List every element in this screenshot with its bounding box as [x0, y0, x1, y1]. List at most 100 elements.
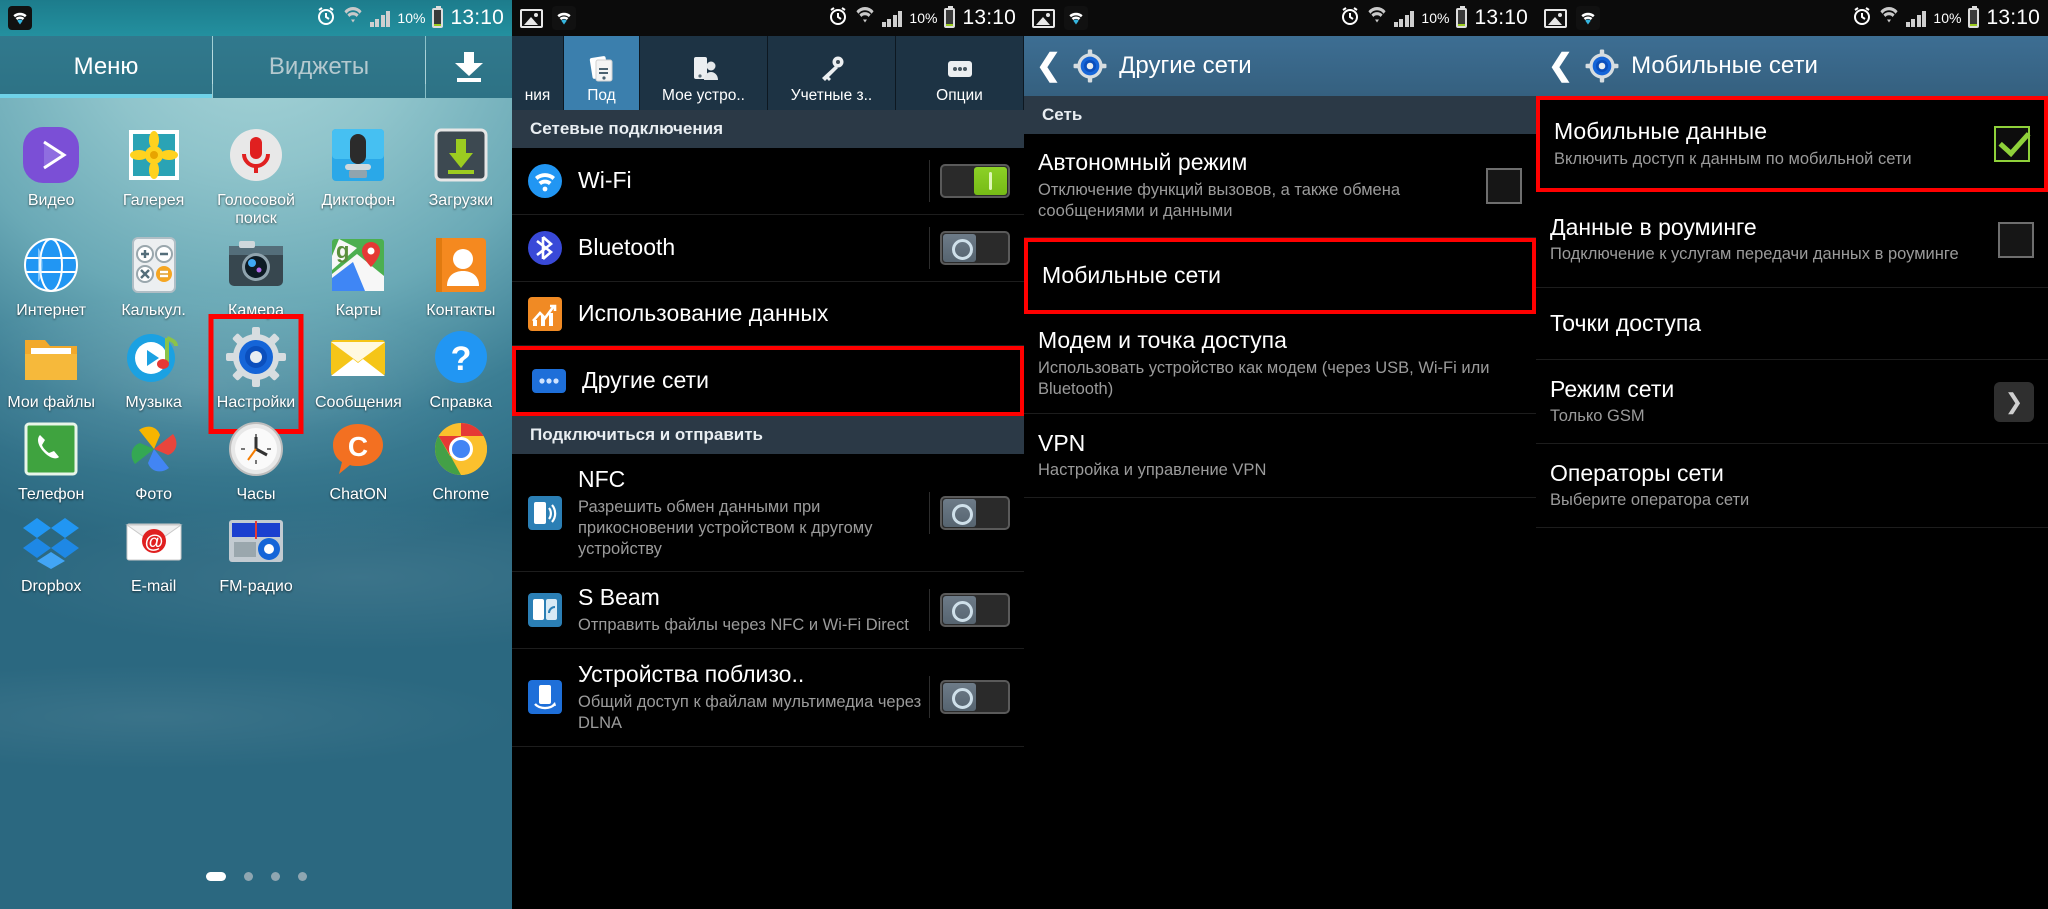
signal-icon	[881, 10, 903, 27]
list-item-access-points[interactable]: Точки доступа	[1536, 288, 2048, 360]
list-item-network-operators[interactable]: Операторы сети Выберите оператора сети	[1536, 444, 2048, 528]
app-messages[interactable]: Сообщения	[307, 320, 409, 412]
status-bar-right-icons: 10% 13:10	[1852, 6, 2040, 31]
s-beam-icon	[526, 591, 564, 629]
signal-icon	[1393, 10, 1415, 27]
page-dot[interactable]	[270, 872, 280, 881]
app-email[interactable]: @ E-mail	[102, 504, 204, 596]
list-item-s-beam[interactable]: S Beam Отправить файлы через NFC и Wi-Fi…	[512, 572, 1024, 649]
app-music[interactable]: Музыка	[102, 320, 204, 412]
list-item-mobile-data[interactable]: Мобильные данные Включить доступ к данны…	[1536, 96, 2048, 192]
app-video[interactable]: Видео	[0, 118, 102, 228]
page-title: Мобильные сети	[1631, 52, 1818, 79]
screen-settings-connections: 10% 13:10 ния Под Мое устро.. Учетные з.…	[512, 0, 1024, 909]
list-item-other-networks[interactable]: Другие сети	[512, 346, 1024, 416]
app-camera[interactable]: Камера	[205, 228, 307, 320]
chevron-right-icon[interactable]: ❯	[1994, 381, 2034, 422]
app-chaton[interactable]: C ChatON	[307, 412, 409, 504]
list-item-data-roaming[interactable]: Данные в роуминге Подключение к услугам …	[1536, 192, 2048, 288]
home-tabs: Меню Виджеты	[0, 36, 512, 98]
back-chevron-icon[interactable]: ❮	[1548, 51, 1573, 81]
app-label: Диктофон	[321, 192, 396, 209]
tab-my-device[interactable]: Мое устро..	[640, 36, 768, 110]
download-button[interactable]	[426, 36, 512, 98]
app-label: Фото	[135, 485, 172, 503]
app-label: Chrome	[432, 485, 490, 503]
list-item-bluetooth[interactable]: Bluetooth	[512, 215, 1024, 282]
app-dropbox[interactable]: Dropbox	[0, 504, 102, 596]
app-label: Сообщения	[315, 393, 402, 411]
list-item-texts: Другие сети	[582, 367, 1006, 395]
wifi-signal-icon	[855, 6, 875, 30]
list-item-vpn[interactable]: VPN Настройка и управление VPN	[1024, 414, 1536, 498]
app-label: Музыка	[125, 393, 182, 411]
connections-icon	[587, 51, 617, 87]
gallery-icon	[123, 124, 185, 186]
page-dot[interactable]	[243, 872, 253, 881]
divider	[929, 227, 930, 269]
list-item-tethering-hotspot[interactable]: Модем и точка доступа Использовать устро…	[1024, 314, 1536, 414]
list-item-data-usage[interactable]: Использование данных	[512, 282, 1024, 346]
tab-menu[interactable]: Меню	[0, 36, 212, 98]
bluetooth-toggle[interactable]	[940, 231, 1010, 265]
tab-connections[interactable]: Под	[564, 36, 640, 110]
list-item-title: Мобильные данные	[1554, 118, 1767, 145]
tab-connections-partial[interactable]: ния	[512, 36, 564, 110]
list-item-network-mode[interactable]: Режим сети Только GSM ❯	[1536, 360, 2048, 444]
home-screen-body: Меню Виджеты Видео Галерея Голосовой пои…	[0, 36, 512, 909]
status-bar-mobile-networks: 10% 13:10	[1536, 0, 2048, 36]
list-item-nfc[interactable]: NFC Разрешить обмен данными при прикосно…	[512, 454, 1024, 573]
other-networks-icon	[530, 362, 568, 400]
accounts-key-icon	[817, 51, 847, 87]
help-icon: ?	[430, 326, 492, 388]
list-item-title: Bluetooth	[578, 234, 676, 261]
status-bar-left-icons	[8, 6, 32, 30]
app-help[interactable]: ? Справка	[410, 320, 512, 412]
list-item-airplane-mode[interactable]: Автономный режим Отключение функций вызо…	[1024, 134, 1536, 238]
list-item-title: Точки доступа	[1550, 309, 1702, 336]
app-phone[interactable]: Телефон	[0, 412, 102, 504]
page-dot-active[interactable]	[205, 872, 226, 881]
tab-accounts[interactable]: Учетные з..	[768, 36, 896, 110]
app-photos[interactable]: Фото	[102, 412, 204, 504]
app-downloads[interactable]: Загрузки	[410, 118, 512, 228]
data-roaming-checkbox[interactable]	[1998, 221, 2034, 258]
app-contacts[interactable]: Контакты	[410, 228, 512, 320]
app-chrome[interactable]: Chrome	[410, 412, 512, 504]
back-chevron-icon[interactable]: ❮	[1036, 51, 1061, 81]
tab-label: Под	[587, 87, 616, 104]
photos-icon	[123, 418, 185, 480]
airplane-mode-checkbox[interactable]	[1486, 167, 1522, 204]
app-label: Карты	[335, 301, 382, 319]
app-voice-recorder[interactable]: Диктофон	[307, 118, 409, 228]
app-internet[interactable]: Интернет	[0, 228, 102, 320]
app-gallery[interactable]: Галерея	[102, 118, 204, 228]
list-item-texts: Автономный режим Отключение функций вызо…	[1038, 149, 1476, 222]
status-bar-home: 10% 13:10	[0, 0, 512, 36]
maps-icon: g	[327, 234, 389, 296]
page-dot[interactable]	[297, 872, 307, 881]
list-item-wifi[interactable]: Wi-Fi	[512, 148, 1024, 215]
tab-options[interactable]: Опции	[896, 36, 1024, 110]
list-item-mobile-networks[interactable]: Мобильные сети	[1024, 238, 1536, 314]
app-label: Контакты	[426, 301, 496, 319]
tab-widgets[interactable]: Виджеты	[213, 36, 425, 98]
app-my-files[interactable]: Мои файлы	[0, 320, 102, 412]
nearby-devices-toggle[interactable]	[940, 680, 1010, 715]
list-item-nearby-devices[interactable]: Устройства поблизо.. Общий доступ к файл…	[512, 649, 1024, 747]
my-files-icon	[20, 326, 82, 388]
nfc-toggle[interactable]	[940, 495, 1010, 530]
screenshot-icon	[1032, 8, 1055, 28]
list-item-title: Мобильные сети	[1042, 262, 1221, 289]
mobile-data-checkbox[interactable]	[1994, 126, 2030, 162]
wifi-toggle[interactable]	[940, 164, 1010, 198]
status-bar-left-icons	[520, 6, 576, 30]
app-fm-radio[interactable]: FM-радио	[205, 504, 307, 596]
app-maps[interactable]: g Карты	[307, 228, 409, 320]
s-beam-toggle[interactable]	[940, 593, 1010, 628]
app-calculator[interactable]: Калькул.	[102, 228, 204, 320]
signal-icon	[1905, 10, 1927, 27]
battery-icon	[432, 6, 444, 28]
app-label: Калькул.	[121, 301, 186, 319]
app-voice-search[interactable]: Голосовой поиск	[205, 118, 307, 228]
